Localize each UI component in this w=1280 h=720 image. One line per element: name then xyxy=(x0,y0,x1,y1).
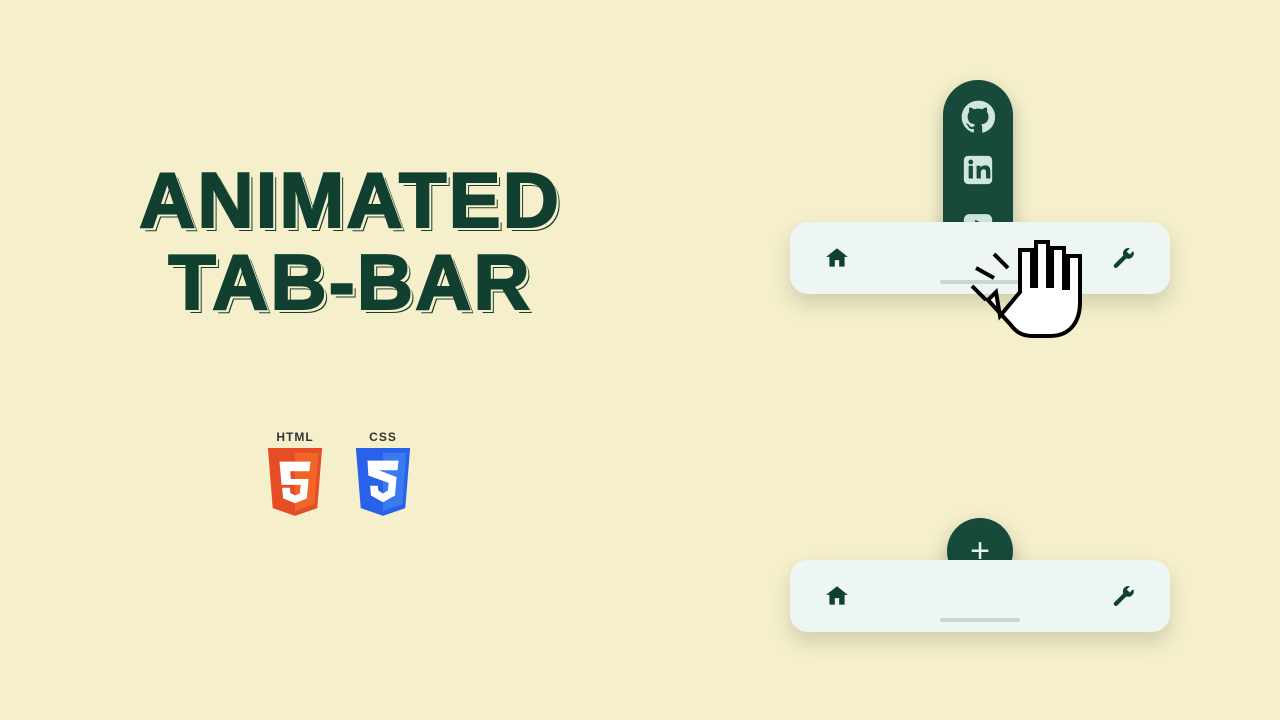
active-underline xyxy=(940,618,1020,622)
css-label: CSS xyxy=(369,430,397,444)
tab-bar-expanded xyxy=(790,222,1170,294)
css-badge: CSS xyxy=(348,430,418,518)
css3-icon xyxy=(352,448,414,518)
wrench-icon[interactable] xyxy=(1110,583,1136,609)
home-icon[interactable] xyxy=(824,583,850,609)
github-icon[interactable] xyxy=(961,100,995,134)
html-label: HTML xyxy=(276,430,313,444)
tech-badges: HTML CSS xyxy=(260,430,418,518)
wrench-icon[interactable] xyxy=(1110,245,1136,271)
html-badge: HTML xyxy=(260,430,330,518)
headline-line-2: TAB-BAR xyxy=(90,242,610,324)
html5-icon xyxy=(264,448,326,518)
headline: ANIMATED TAB-BAR xyxy=(90,160,610,324)
tab-bar-collapsed xyxy=(790,560,1170,632)
headline-line-1: ANIMATED xyxy=(90,160,610,242)
active-underline xyxy=(940,280,1020,284)
linkedin-icon[interactable] xyxy=(961,153,995,187)
home-icon[interactable] xyxy=(824,245,850,271)
